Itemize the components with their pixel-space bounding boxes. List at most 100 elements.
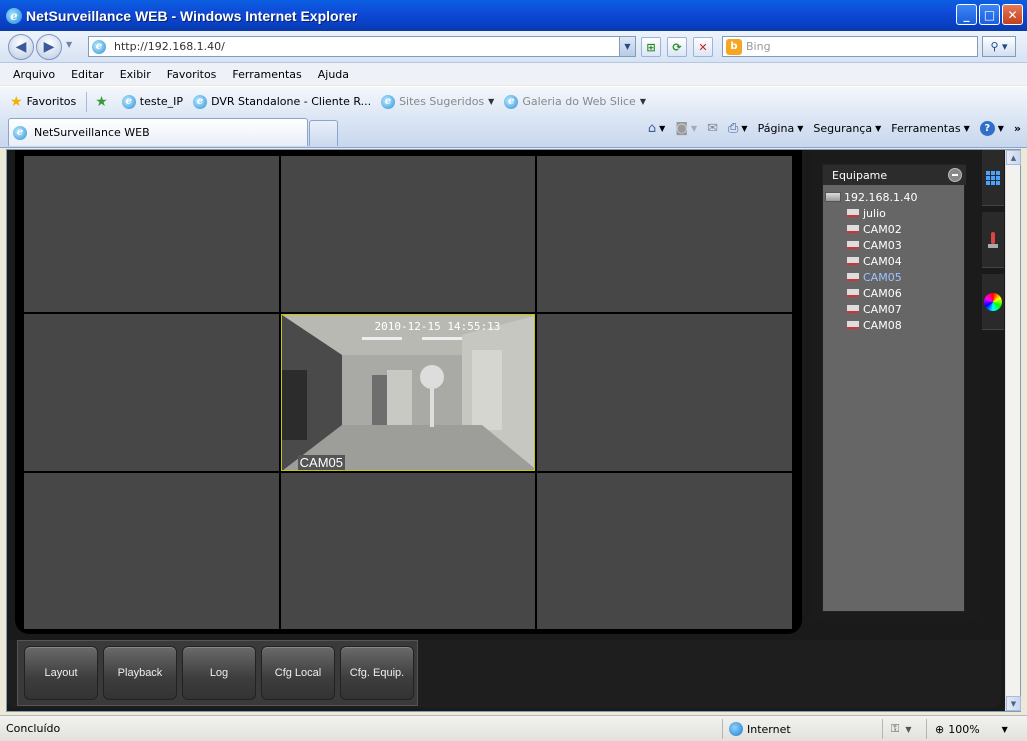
close-button[interactable]: ✕	[1002, 4, 1023, 25]
protected-mode-button[interactable]: ⚿ ▼	[882, 719, 924, 739]
ie-page-icon: e	[13, 125, 27, 140]
menu-editar[interactable]: Editar	[71, 68, 104, 81]
help-button[interactable]: ? ▼	[979, 121, 1004, 136]
tab-label: NetSurveillance WEB	[34, 126, 150, 139]
address-toolbar: ◀ ▶ ▼ e http://192.168.1.40/ ▼ ⊞ ⟳ ✕ b B…	[0, 31, 1027, 63]
ie-logo-icon: e	[6, 7, 22, 24]
video-cell-9[interactable]	[537, 472, 792, 629]
scroll-up-icon[interactable]: ▲	[1006, 150, 1021, 165]
channel-node-cam02[interactable]: CAM02	[825, 221, 917, 237]
stop-icon[interactable]: ✕	[693, 37, 713, 57]
layout-button[interactable]: Layout	[24, 646, 98, 700]
channel-node-julio[interactable]: julio	[825, 205, 917, 221]
channel-node-cam06[interactable]: CAM06	[825, 285, 917, 301]
window-title: NetSurveillance WEB - Windows Internet E…	[26, 7, 358, 24]
video-grid: 2010-12-15 14:55:13 CAM05	[24, 156, 792, 629]
video-cell-4[interactable]	[24, 314, 279, 471]
scroll-down-icon[interactable]: ▼	[1006, 696, 1021, 711]
device-config-button[interactable]: Cfg. Equip.	[340, 646, 414, 700]
playback-button[interactable]: Playback	[103, 646, 177, 700]
address-field[interactable]: e http://192.168.1.40/ ▼	[88, 36, 636, 57]
channel-label: CAM07	[863, 302, 902, 316]
favorite-label: Sites Sugeridos	[399, 95, 485, 108]
add-favorite-button[interactable]: ★	[95, 94, 112, 110]
video-cell-3[interactable]	[537, 156, 792, 313]
channel-label: CAM04	[863, 254, 902, 268]
new-tab-button[interactable]	[309, 120, 338, 146]
recent-pages-dropdown-icon[interactable]: ▼	[66, 40, 72, 49]
video-cell-7[interactable]	[24, 472, 279, 629]
channel-node-cam08[interactable]: CAM08	[825, 317, 917, 333]
camera-icon	[847, 305, 859, 313]
security-menu[interactable]: Segurança ▼	[813, 122, 881, 135]
home-button[interactable]: ⌂ ▼	[648, 121, 665, 136]
tab-netsurveillance[interactable]: e NetSurveillance WEB	[8, 118, 308, 146]
back-button[interactable]: ◀	[8, 34, 34, 60]
device-node[interactable]: 192.168.1.40	[825, 189, 917, 205]
menu-ajuda[interactable]: Ajuda	[318, 68, 349, 81]
page-menu[interactable]: Página ▼	[758, 122, 804, 135]
favorite-item-web-slice[interactable]: e Galeria do Web Slice ▼	[504, 94, 646, 109]
channel-node-cam07[interactable]: CAM07	[825, 301, 917, 317]
video-cell-active[interactable]: 2010-12-15 14:55:13 CAM05	[280, 314, 536, 471]
favorite-item-teste-ip[interactable]: e teste_IP	[121, 94, 183, 109]
address-dropdown-icon[interactable]: ▼	[619, 37, 635, 56]
refresh-icon[interactable]: ⟳	[667, 37, 687, 57]
device-tree-container: Equipame 192.168.1.40 julio CAM02 CAM03 …	[822, 164, 966, 612]
device-panel-title: Equipame	[832, 168, 888, 182]
local-config-button[interactable]: Cfg Local	[261, 646, 335, 700]
mail-icon: ✉	[707, 121, 718, 136]
action-buttons: Layout Playback Log Cfg Local Cfg. Equip…	[17, 640, 418, 706]
more-commands-icon[interactable]: »	[1014, 122, 1021, 135]
favorite-item-sites-sugeridos[interactable]: e Sites Sugeridos ▼	[381, 94, 494, 109]
video-cell-8[interactable]	[280, 472, 536, 629]
security-menu-label: Segurança	[813, 122, 873, 135]
maximize-button[interactable]: □	[979, 4, 1000, 25]
channel-node-cam05[interactable]: CAM05	[825, 269, 917, 285]
url-text[interactable]: http://192.168.1.40/	[114, 40, 225, 53]
favorites-label: Favoritos	[26, 95, 77, 108]
camera-icon	[847, 225, 859, 233]
ie-page-icon: e	[121, 94, 136, 109]
camera-icon	[847, 289, 859, 297]
print-button[interactable]: ⎙ ▼	[728, 121, 748, 136]
ptz-tab[interactable]	[982, 212, 1004, 268]
page-scrollbar[interactable]: ▲ ▼	[1005, 150, 1021, 711]
video-cell-2[interactable]	[280, 156, 536, 313]
tools-menu[interactable]: Ferramentas ▼	[891, 122, 969, 135]
feeds-button[interactable]: ◙ ▼	[675, 121, 697, 136]
search-input[interactable]: b Bing	[722, 36, 978, 57]
camera-feed-image	[281, 315, 535, 470]
lock-icon: ⚿	[891, 722, 900, 735]
video-cell-6[interactable]	[537, 314, 792, 471]
device-panel: Equipame 192.168.1.40 julio CAM02 CAM03 …	[811, 150, 981, 622]
compatibility-icon[interactable]: ⊞	[641, 37, 661, 57]
device-list-tab[interactable]	[982, 150, 1004, 206]
add-favorite-icon: ★	[95, 93, 108, 110]
window-title-bar: e NetSurveillance WEB - Windows Internet…	[0, 0, 1027, 31]
camera-icon	[847, 257, 859, 265]
menu-favoritos[interactable]: Favoritos	[167, 68, 217, 81]
home-icon: ⌂	[647, 121, 657, 136]
mail-button[interactable]: ✉	[707, 121, 718, 136]
channel-label: julio	[863, 206, 886, 220]
favorites-button[interactable]: ★ Favoritos	[10, 94, 76, 110]
color-tab[interactable]	[982, 274, 1004, 330]
menu-arquivo[interactable]: Arquivo	[13, 68, 55, 81]
help-icon: ?	[979, 121, 995, 136]
favorite-item-dvr[interactable]: e DVR Standalone - Cliente R...	[193, 94, 371, 109]
forward-button[interactable]: ▶	[36, 34, 62, 60]
video-cell-1[interactable]	[24, 156, 279, 313]
device-tree: 192.168.1.40 julio CAM02 CAM03 CAM04 CAM…	[825, 189, 917, 333]
security-zone[interactable]: Internet	[722, 719, 882, 739]
channel-node-cam04[interactable]: CAM04	[825, 253, 917, 269]
menu-ferramentas[interactable]: Ferramentas	[232, 68, 301, 81]
menu-exibir[interactable]: Exibir	[120, 68, 151, 81]
collapse-panel-button[interactable]	[948, 168, 962, 182]
log-button[interactable]: Log	[182, 646, 256, 700]
zoom-control[interactable]: ⊕ 100% ▼	[926, 719, 1016, 739]
search-button[interactable]: ⚲ ▾	[982, 36, 1016, 57]
channel-label: CAM06	[863, 286, 902, 300]
channel-node-cam03[interactable]: CAM03	[825, 237, 917, 253]
minimize-button[interactable]: _	[956, 4, 977, 25]
